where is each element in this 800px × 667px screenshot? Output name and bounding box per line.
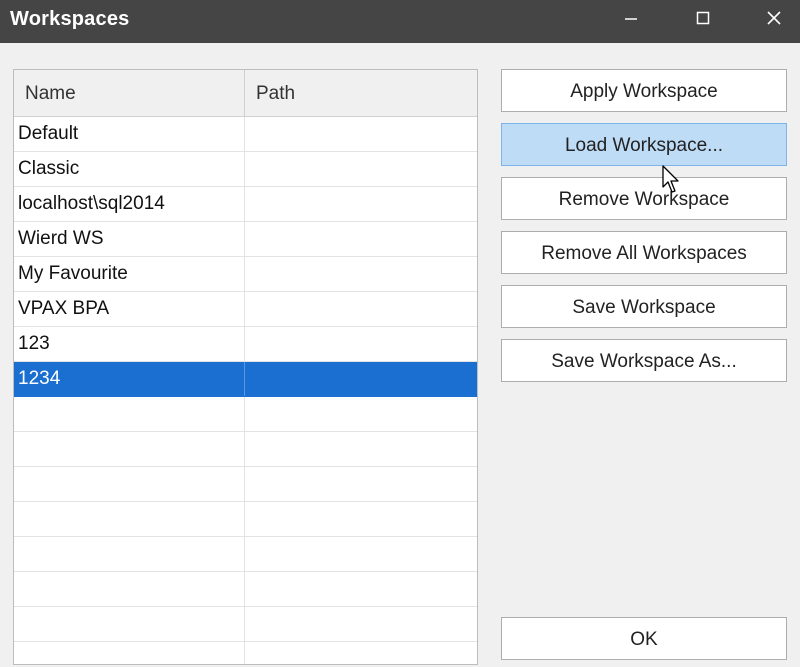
empty-name-cell [14, 642, 245, 664]
row-name-cell: Wierd WS [14, 222, 245, 256]
workspace-list[interactable]: Name Path Default Classic localhost\sql201… [13, 69, 478, 665]
row-path-cell [245, 117, 477, 151]
row-name-cell: Classic [14, 152, 245, 186]
row-name-cell: VPAX BPA [14, 292, 245, 326]
empty-name-cell [14, 397, 245, 431]
empty-path-cell [245, 397, 477, 431]
empty-name-cell [14, 607, 245, 641]
empty-name-cell [14, 572, 245, 606]
empty-name-cell [14, 502, 245, 536]
save-workspace-as-button[interactable]: Save Workspace As... [501, 339, 787, 382]
list-header: Name Path [14, 70, 477, 117]
table-row[interactable]: Classic [14, 152, 477, 187]
empty-table-row[interactable] [14, 607, 477, 642]
row-name-cell: 123 [14, 327, 245, 361]
row-path-cell [245, 152, 477, 186]
table-row[interactable]: localhost\sql2014 [14, 187, 477, 222]
empty-table-row[interactable] [14, 572, 477, 607]
row-path-cell [245, 222, 477, 256]
empty-path-cell [245, 572, 477, 606]
empty-table-row[interactable] [14, 642, 477, 664]
column-header-name[interactable]: Name [14, 70, 245, 116]
mouse-cursor-icon [662, 165, 679, 193]
row-path-cell [245, 362, 477, 396]
load-workspace-button[interactable]: Load Workspace... [501, 123, 787, 166]
window-title: Workspaces [10, 8, 130, 30]
row-path-cell [245, 292, 477, 326]
remove-workspace-button[interactable]: Remove Workspace [501, 177, 787, 220]
apply-workspace-button[interactable]: Apply Workspace [501, 69, 787, 112]
empty-table-row[interactable] [14, 537, 477, 572]
empty-path-cell [245, 467, 477, 501]
minimize-button[interactable] [605, 0, 657, 36]
empty-table-row[interactable] [14, 397, 477, 432]
row-path-cell [245, 187, 477, 221]
maximize-button[interactable] [677, 0, 729, 36]
row-path-cell [245, 327, 477, 361]
table-row[interactable]: Default [14, 117, 477, 152]
maximize-icon [696, 11, 710, 25]
table-row[interactable]: 123 [14, 327, 477, 362]
title-bar: Workspaces [0, 0, 800, 43]
empty-path-cell [245, 537, 477, 571]
table-row[interactable]: My Favourite [14, 257, 477, 292]
empty-name-cell [14, 432, 245, 466]
table-row[interactable]: VPAX BPA [14, 292, 477, 327]
row-name-cell: My Favourite [14, 257, 245, 291]
empty-name-cell [14, 537, 245, 571]
minimize-icon [625, 18, 637, 20]
empty-path-cell [245, 502, 477, 536]
close-button[interactable] [748, 0, 800, 36]
column-header-path[interactable]: Path [245, 70, 477, 116]
remove-all-workspaces-button[interactable]: Remove All Workspaces [501, 231, 787, 274]
empty-table-row[interactable] [14, 467, 477, 502]
row-name-cell: localhost\sql2014 [14, 187, 245, 221]
row-name-cell: Default [14, 117, 245, 151]
close-icon [767, 11, 781, 25]
empty-path-cell [245, 642, 477, 664]
empty-table-row[interactable] [14, 502, 477, 537]
save-workspace-button[interactable]: Save Workspace [501, 285, 787, 328]
list-rows: Default Classic localhost\sql2014 Wierd WS M… [14, 117, 477, 664]
empty-table-row[interactable] [14, 432, 477, 467]
ok-button[interactable]: OK [501, 617, 787, 660]
empty-name-cell [14, 467, 245, 501]
table-row[interactable]: 1234 [14, 362, 477, 397]
empty-path-cell [245, 432, 477, 466]
empty-path-cell [245, 607, 477, 641]
row-path-cell [245, 257, 477, 291]
table-row[interactable]: Wierd WS [14, 222, 477, 257]
row-name-cell: 1234 [14, 362, 245, 396]
